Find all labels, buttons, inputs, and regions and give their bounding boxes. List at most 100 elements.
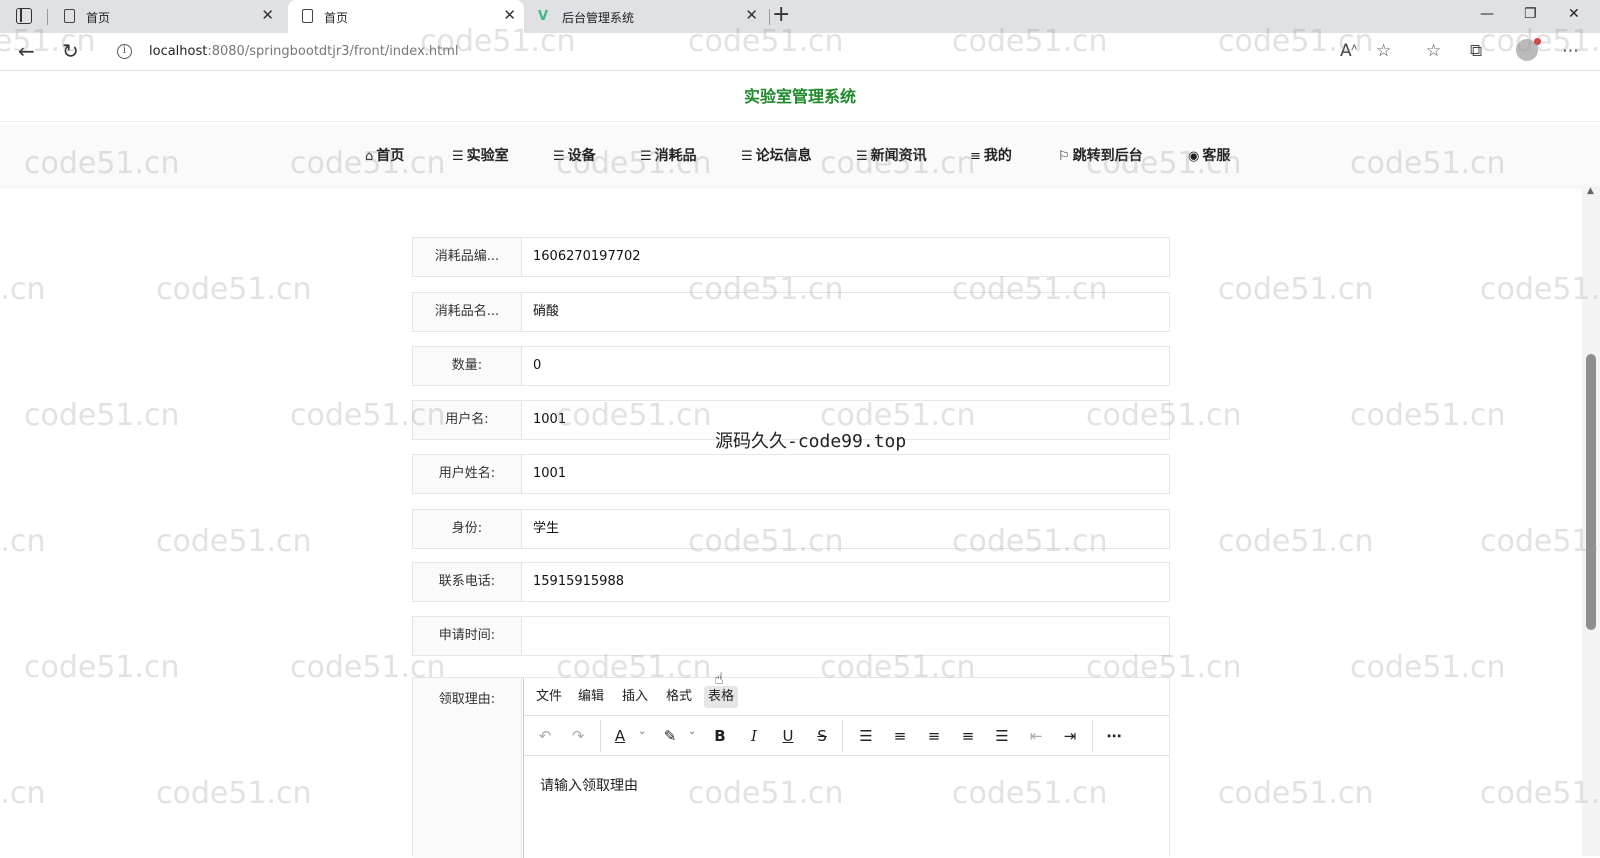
- close-window-icon[interactable]: ✕: [1568, 6, 1580, 22]
- nav-item-equipment[interactable]: ☰ 设备: [553, 145, 596, 165]
- align-center-icon[interactable]: ≡: [922, 724, 946, 748]
- chevron-down-icon[interactable]: ⌄: [638, 726, 646, 737]
- align-justify-icon[interactable]: ☰: [990, 724, 1014, 748]
- field-label: 数量:: [413, 347, 522, 385]
- add-favorite-icon[interactable]: ☆: [1376, 41, 1391, 61]
- field-apply-time: 申请时间:: [412, 616, 1170, 656]
- browser-tab-1[interactable]: 首页 ✕: [50, 0, 282, 33]
- nav-label: 我的: [983, 148, 1012, 164]
- redo-icon[interactable]: ↷: [566, 724, 590, 748]
- nav-item-service[interactable]: ◉ 客服: [1188, 145, 1230, 165]
- page-icon: [302, 9, 313, 23]
- field-input[interactable]: 0: [523, 347, 1169, 385]
- watermark: code51.cn: [24, 398, 180, 433]
- nav-item-mine[interactable]: ≡ 我的: [970, 145, 1012, 165]
- nav-item-home[interactable]: ⌂ 首页: [365, 145, 404, 165]
- menu-file[interactable]: 文件: [532, 686, 566, 708]
- highlight-icon[interactable]: ✎: [658, 724, 682, 748]
- nav-item-admin[interactable]: ⚐ 跳转到后台: [1058, 145, 1143, 165]
- field-label: 消耗品名...: [413, 293, 522, 331]
- nav-label: 新闻资讯: [870, 148, 927, 164]
- field-input[interactable]: 学生: [523, 510, 1169, 548]
- nav-label: 论坛信息: [755, 148, 812, 164]
- nav-label: 实验室: [466, 148, 509, 164]
- field-identity: 身份: 学生: [412, 509, 1170, 549]
- text-color-icon[interactable]: A: [608, 724, 632, 748]
- field-user-fullname: 用户姓名: 1001: [412, 454, 1170, 494]
- italic-icon[interactable]: I: [742, 724, 766, 748]
- list-icon: ≡: [970, 149, 981, 164]
- rich-text-editor: 文件 编辑 插入 格式 表格 ↶ ↷ A ⌄ ✎ ⌄ B I U S ☰ ≡ ≡…: [523, 678, 1169, 858]
- favorites-icon[interactable]: ☆: [1426, 41, 1441, 61]
- new-tab-icon[interactable]: +: [772, 2, 790, 27]
- undo-icon[interactable]: ↶: [533, 724, 557, 748]
- browser-tab-2[interactable]: 首页 ✕: [288, 0, 524, 33]
- watermark: code51.cn: [156, 776, 312, 811]
- field-input[interactable]: 15915915988: [523, 563, 1169, 601]
- nav-label: 客服: [1202, 148, 1231, 164]
- nav-item-lab[interactable]: ☰ 实验室: [452, 145, 509, 165]
- site-title: 实验室管理系统: [0, 72, 1600, 122]
- field-reason: 领取理由: 文件 编辑 插入 格式 表格 ↶ ↷ A ⌄ ✎ ⌄ B I U S…: [412, 677, 1170, 858]
- menu-insert[interactable]: 插入: [618, 686, 652, 708]
- strikethrough-icon[interactable]: S: [810, 724, 834, 748]
- field-input[interactable]: 硝酸: [523, 293, 1169, 331]
- nav-item-consumables[interactable]: ☰ 消耗品: [640, 145, 697, 165]
- nav-item-forum[interactable]: ☰ 论坛信息: [741, 145, 812, 165]
- center-watermark: 源码久久-code99.top: [715, 431, 907, 452]
- menu-table[interactable]: 表格: [704, 686, 739, 708]
- main-nav: ⌂ 首页 ☰ 实验室 ☰ 设备 ☰ 消耗品 ☰ 论坛信息 ☰ 新闻资讯 ≡ 我的 ⚐ 跳转到后台…: [0, 124, 1600, 186]
- nav-label: 消耗品: [654, 148, 697, 164]
- editor-content[interactable]: 请输入领取理由: [540, 775, 638, 795]
- watermark: code51.cn: [1350, 650, 1506, 685]
- editor-menubar: 文件 编辑 插入 格式 表格: [524, 678, 1169, 716]
- field-phone: 联系电话: 15915915988: [412, 562, 1170, 602]
- menu-edit[interactable]: 编辑: [574, 686, 608, 708]
- watermark: code51.cn: [1350, 398, 1506, 433]
- nav-item-news[interactable]: ☰ 新闻资讯: [856, 145, 927, 165]
- tab-title: 首页: [86, 11, 111, 25]
- field-label: 联系电话:: [413, 563, 522, 601]
- page-scrollbar[interactable]: ▲: [1582, 186, 1600, 856]
- more-tools-icon[interactable]: ⋯: [1102, 724, 1126, 748]
- field-input[interactable]: [523, 617, 1169, 655]
- flag-icon: ⚐: [1058, 149, 1070, 164]
- chevron-down-icon[interactable]: ⌄: [688, 726, 696, 737]
- outdent-icon[interactable]: ⇤: [1024, 724, 1048, 748]
- watermark: code51.cn: [1218, 272, 1374, 307]
- editor-toolbar: ↶ ↷ A ⌄ ✎ ⌄ B I U S ☰ ≡ ≡ ≡ ☰ ⇤ ⇥ ⋯: [524, 716, 1169, 756]
- scrollbar-thumb[interactable]: [1586, 354, 1596, 630]
- restore-icon[interactable]: ❐: [1524, 6, 1537, 22]
- vue-logo-icon: V: [538, 9, 549, 24]
- tab-title: 首页: [324, 11, 349, 25]
- menu-format[interactable]: 格式: [662, 686, 696, 708]
- field-label: 用户名:: [413, 401, 522, 439]
- indent-icon[interactable]: ⇥: [1058, 724, 1082, 748]
- back-icon[interactable]: ←: [18, 39, 35, 63]
- refresh-icon[interactable]: ↻: [62, 39, 79, 63]
- url-field[interactable]: i localhost:8080/springbootdtjr3/front/i…: [100, 37, 1408, 67]
- close-tab-icon[interactable]: ✕: [745, 6, 758, 24]
- watermark: code51.cn: [0, 272, 46, 307]
- line-height-icon[interactable]: ☰: [854, 724, 878, 748]
- field-input[interactable]: 1001: [523, 455, 1169, 493]
- field-label: 身份:: [413, 510, 522, 548]
- align-left-icon[interactable]: ≡: [888, 724, 912, 748]
- site-info-icon[interactable]: i: [117, 44, 132, 59]
- collections-icon[interactable]: ⧉: [1470, 41, 1482, 61]
- close-tab-icon[interactable]: ✕: [503, 6, 516, 24]
- close-tab-icon[interactable]: ✕: [261, 6, 274, 24]
- profile-avatar[interactable]: [1516, 38, 1541, 61]
- nav-label: 设备: [567, 148, 596, 164]
- watermark: code51.cn: [0, 524, 46, 559]
- bold-icon[interactable]: B: [708, 724, 732, 748]
- read-aloud-icon[interactable]: Aʌ: [1340, 41, 1357, 61]
- browser-tab-3[interactable]: V 后台管理系统 ✕: [526, 0, 766, 33]
- scroll-up-icon[interactable]: ▲: [1587, 186, 1594, 196]
- tab-actions-icon[interactable]: [16, 8, 32, 24]
- more-menu-icon[interactable]: ⋯: [1562, 41, 1579, 61]
- align-right-icon[interactable]: ≡: [956, 724, 980, 748]
- field-input[interactable]: 1606270197702: [523, 238, 1169, 276]
- underline-icon[interactable]: U: [776, 724, 800, 748]
- minimize-icon[interactable]: —: [1480, 6, 1494, 22]
